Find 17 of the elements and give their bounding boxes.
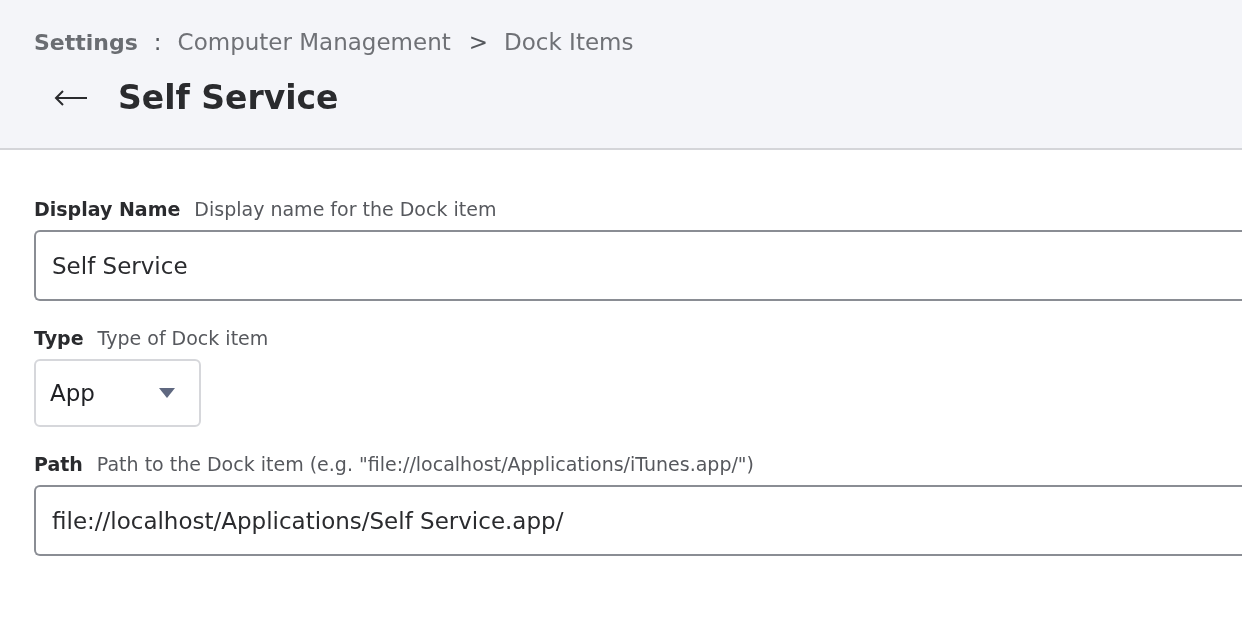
breadcrumb-separator: : xyxy=(153,29,162,55)
back-arrow-icon[interactable] xyxy=(54,88,88,107)
breadcrumb-separator: > xyxy=(468,29,489,55)
dropdown[interactable]: App xyxy=(34,359,201,427)
field-label: Type xyxy=(34,327,84,349)
field-description: Display name for the Dock item xyxy=(194,198,497,220)
field-label: Display Name xyxy=(34,198,181,220)
field-description: Type of Dock item xyxy=(97,327,269,349)
page-title: Self Service xyxy=(118,78,339,117)
text-field[interactable]: file://localhost/Applications/Self Service.app/ xyxy=(34,485,1242,556)
breadcrumb-link[interactable]: Settings xyxy=(34,29,138,55)
breadcrumb-link[interactable]: Computer Management xyxy=(177,29,451,55)
breadcrumb-current: Dock Items xyxy=(504,29,634,55)
caret-icon xyxy=(159,388,175,398)
field-description: Path to the Dock item (e.g. "file://localhost/Applications/iTunes.app/") xyxy=(96,453,755,475)
text-field[interactable]: Self Service xyxy=(34,230,1242,301)
field-label: Path xyxy=(34,453,83,475)
